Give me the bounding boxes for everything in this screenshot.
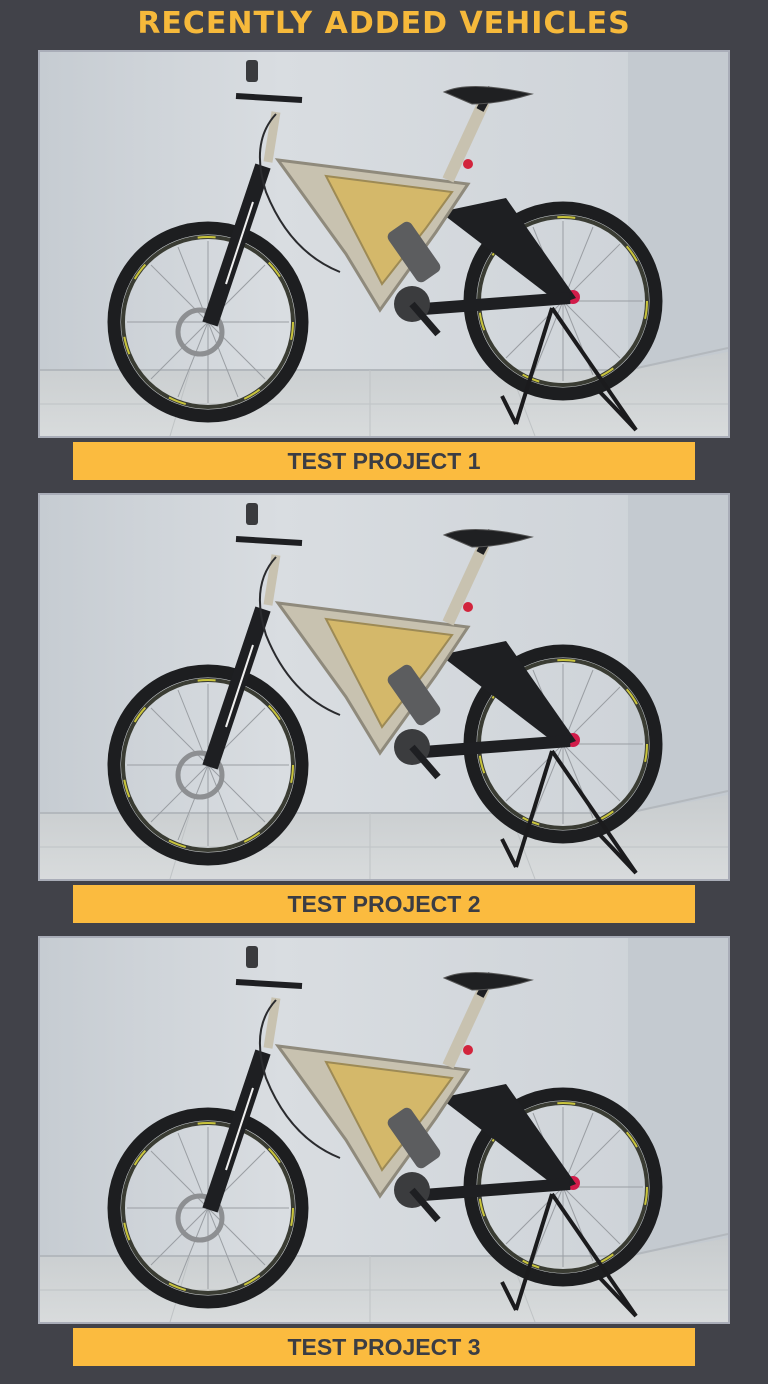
page-title: RECENTLY ADDED VEHICLES [137, 6, 631, 41]
vehicle-photo[interactable] [38, 936, 730, 1324]
vehicle-name[interactable]: TEST PROJECT 3 [73, 1328, 695, 1366]
bike-image [40, 495, 728, 879]
vehicle-photo[interactable] [38, 50, 730, 438]
bike-image [40, 938, 728, 1322]
vehicle-name[interactable]: TEST PROJECT 1 [73, 442, 695, 480]
bike-image [40, 52, 728, 436]
vehicle-name[interactable]: TEST PROJECT 2 [73, 885, 695, 923]
vehicle-photo[interactable] [38, 493, 730, 881]
